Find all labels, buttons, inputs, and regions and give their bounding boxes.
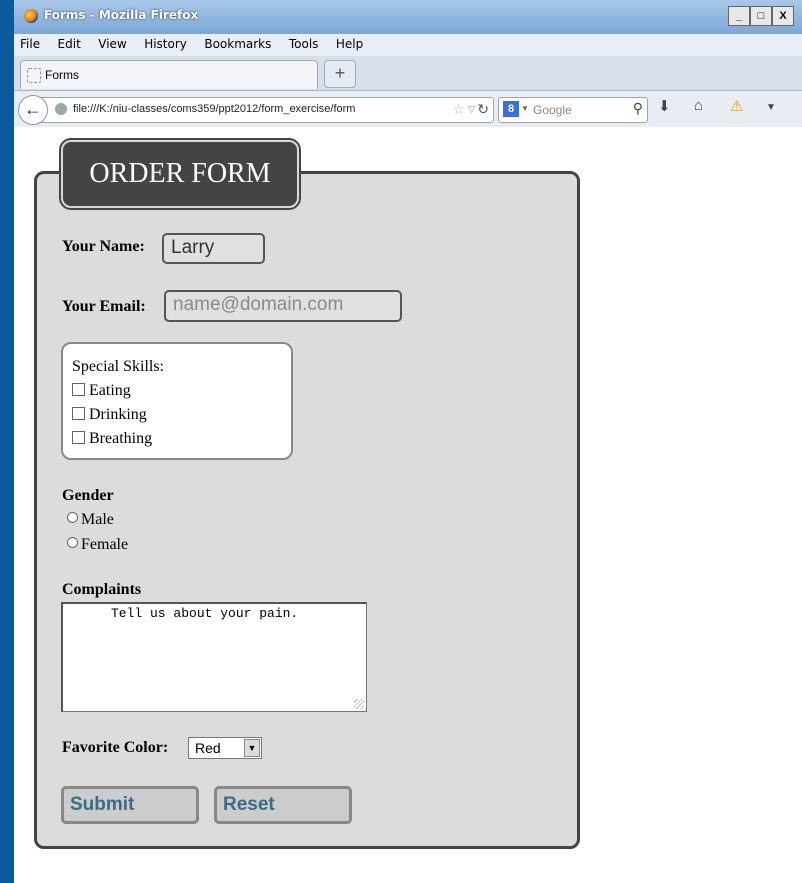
minimize-button[interactable]: _ [728,6,750,26]
color-label: Favorite Color: [62,739,169,756]
menu-file[interactable]: File [14,34,47,51]
gender-label: Gender [62,487,114,504]
form-legend: ORDER FORM [61,140,299,208]
skill-eating[interactable]: Eating [72,380,291,404]
email-input[interactable]: name@domain.com [164,290,402,322]
search-placeholder: Google [533,103,572,117]
drinking-checkbox[interactable] [72,407,85,420]
complaints-textarea[interactable]: Tell us about your pain. [61,602,367,712]
tab-bar: Forms + [14,56,802,91]
menu-help[interactable]: Help [330,34,370,51]
close-button[interactable]: X [772,6,794,26]
menu-tools[interactable]: Tools [283,34,326,51]
female-radio[interactable] [67,537,78,548]
resize-grip-icon[interactable] [354,699,364,709]
maximize-button[interactable]: □ [750,6,772,26]
name-label: Your Name: [62,238,145,255]
history-dropdown-icon[interactable]: ▽ [468,104,475,115]
tab-forms[interactable]: Forms [20,60,318,89]
home-icon[interactable]: ⌂ [694,97,703,114]
new-tab-button[interactable]: + [324,60,356,88]
warning-icon[interactable]: ⚠ [730,97,743,115]
name-input[interactable]: Larry [162,233,265,264]
globe-icon [55,103,67,115]
skill-drinking[interactable]: Drinking [72,404,291,428]
color-selected-value: Red [195,740,221,756]
email-label: Your Email: [62,298,146,315]
color-select[interactable]: Red ▼ [188,737,262,759]
reload-icon[interactable]: ↻ [477,101,489,118]
menu-bookmarks[interactable]: Bookmarks [198,34,278,51]
skill-label: Breathing [89,430,153,447]
bookmark-star-icon[interactable]: ☆ [452,101,465,118]
eating-checkbox[interactable] [72,383,85,396]
firefox-icon [24,9,38,23]
search-engine-icon[interactable]: 8 [503,101,519,117]
engine-dropdown-icon[interactable]: ▼ [521,104,529,113]
download-icon[interactable]: ⬇ [658,97,671,115]
reset-button[interactable]: Reset [214,786,352,824]
radio-label: Male [81,511,114,528]
menu-edit[interactable]: Edit [52,34,88,51]
tab-label: Forms [45,68,79,82]
url-text: file:///K:/niu-classes/coms359/ppt2012/f… [73,103,356,115]
special-skills-group: Special Skills: Eating Drinking Breathin… [61,342,293,460]
window-title: Forms - Mozilla Firefox [44,8,199,22]
breathing-checkbox[interactable] [72,431,85,444]
skill-label: Drinking [89,406,147,423]
gender-female[interactable]: Female [67,536,128,554]
skill-breathing[interactable]: Breathing [72,428,291,452]
radio-label: Female [81,536,129,553]
submit-button[interactable]: Submit [61,786,199,824]
complaints-text: Tell us about your pain. [111,606,299,621]
search-icon[interactable]: ⚲ [633,100,643,117]
order-form: ORDER FORM Your Name: Larry Your Email: … [34,140,580,849]
gender-male[interactable]: Male [67,511,114,529]
back-arrow-icon: ← [24,99,42,119]
menu-bar: File Edit View History Bookmarks Tools H… [14,34,802,56]
page-content: ORDER FORM Your Name: Larry Your Email: … [14,127,802,883]
dropdown-arrow-icon[interactable]: ▼ [244,739,260,757]
address-bar[interactable]: file:///K:/niu-classes/coms359/ppt2012/f… [40,97,494,123]
search-box[interactable]: 8 ▼ Google ⚲ [498,97,648,123]
male-radio[interactable] [67,512,78,523]
menu-history[interactable]: History [138,34,194,51]
page-icon [27,68,41,83]
complaints-label: Complaints [62,581,142,598]
title-bar: Forms - Mozilla Firefox _ □ X [14,0,802,34]
skills-title: Special Skills: [72,358,164,375]
skill-label: Eating [89,382,131,399]
menu-view[interactable]: View [92,34,133,51]
menu-dropdown-icon[interactable]: ▼ [766,102,776,113]
navigation-bar: file:///K:/niu-classes/coms359/ppt2012/f… [14,91,802,128]
window-controls: _ □ X [728,6,794,26]
back-button[interactable]: ← [18,95,48,125]
